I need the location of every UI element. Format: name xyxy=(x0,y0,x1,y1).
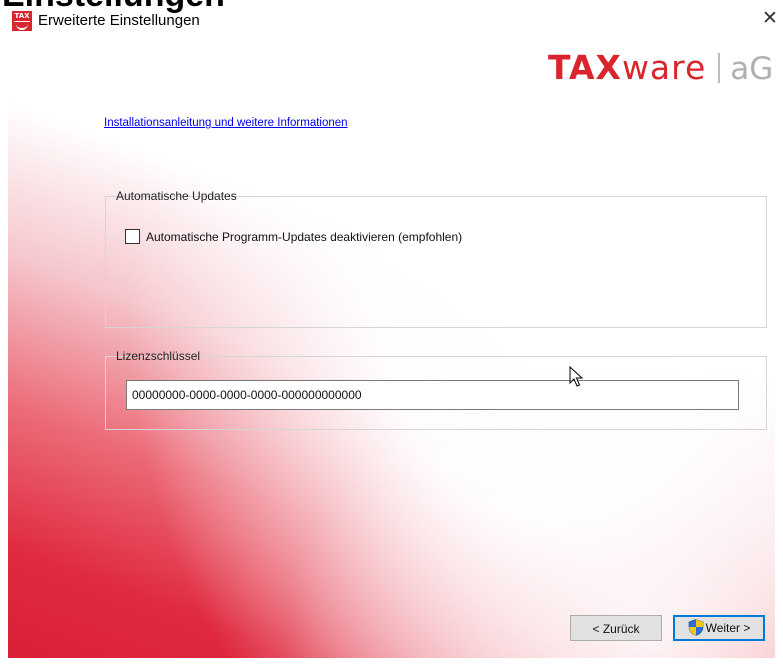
dialog-content: TAXware aG Installationsanleitung und wei… xyxy=(8,38,775,658)
next-button[interactable]: Weiter > xyxy=(673,615,765,641)
disable-updates-checkbox-row[interactable]: Automatische Programm-Updates deaktivier… xyxy=(125,228,462,246)
disable-updates-checkbox-label[interactable]: Automatische Programm-Updates deaktivier… xyxy=(146,230,462,244)
back-button[interactable]: < Zurück xyxy=(570,615,662,641)
license-key-group-label: Lizenzschlüssel xyxy=(116,349,201,363)
uac-shield-icon xyxy=(688,619,703,636)
installation-info-link[interactable]: Installationsanleitung und weitere Infor… xyxy=(104,117,348,129)
logo-ware: ware xyxy=(621,48,707,87)
next-button-label: Weiter > xyxy=(705,621,751,635)
clipped-heading: Einstellungen xyxy=(2,0,225,12)
logo-tax: TAX xyxy=(548,48,622,87)
logo-ag: aG xyxy=(730,51,774,87)
app-icon-text: TAX xyxy=(14,12,30,20)
app-icon: TAX xyxy=(12,11,32,31)
license-key-group: Lizenzschlüssel 00000000-0000-0000-0000-… xyxy=(105,349,767,430)
dialog-window: Einstellungen TAX Erweiterte Einstellung… xyxy=(0,0,783,666)
taxware-logo: TAXware aG xyxy=(548,48,773,88)
close-button[interactable]: ✕ xyxy=(757,4,783,32)
automatic-updates-group-label: Automatische Updates xyxy=(116,189,237,203)
license-key-input[interactable]: 00000000-0000-0000-0000-000000000000 xyxy=(126,380,739,410)
logo-separator xyxy=(718,53,721,83)
disable-updates-checkbox[interactable] xyxy=(125,229,140,244)
window-title: Erweiterte Einstellungen xyxy=(38,12,200,29)
close-icon: ✕ xyxy=(762,7,778,29)
title-bar: Einstellungen TAX Erweiterte Einstellung… xyxy=(0,0,783,38)
mouse-pointer-icon xyxy=(569,366,584,387)
automatic-updates-group: Automatische Updates Automatische Progra… xyxy=(105,189,767,328)
